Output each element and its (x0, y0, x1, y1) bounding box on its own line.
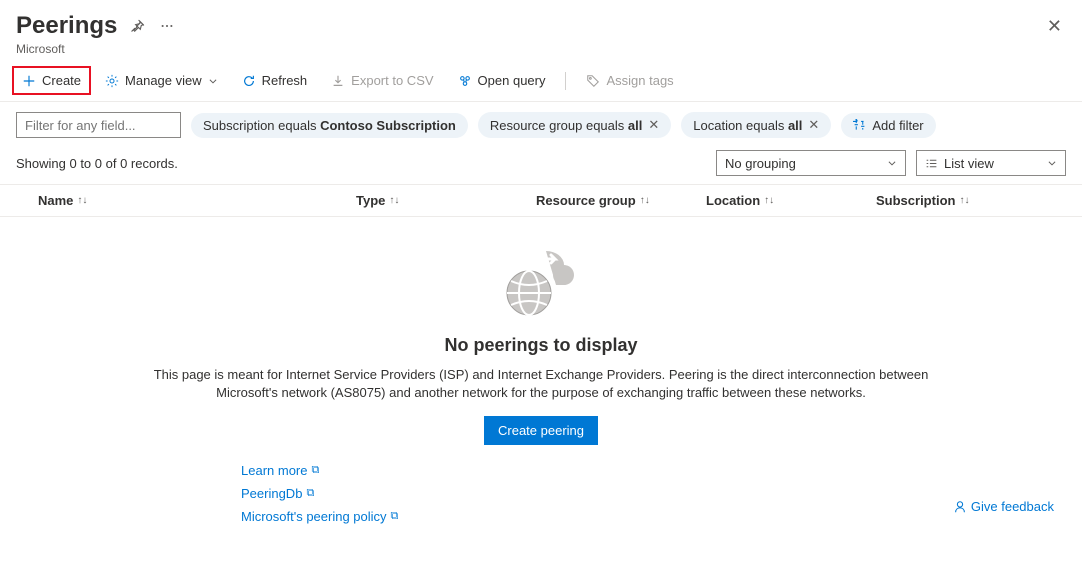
add-filter-label: Add filter (872, 118, 923, 133)
resource-group-filter-pill[interactable]: Resource group equals all ✕ (478, 112, 671, 138)
grouping-value: No grouping (725, 156, 796, 171)
query-icon (458, 74, 472, 88)
refresh-label: Refresh (262, 73, 308, 88)
refresh-button[interactable]: Refresh (232, 66, 318, 95)
chevron-down-icon (1047, 158, 1057, 168)
record-count: Showing 0 to 0 of 0 records. (16, 156, 178, 171)
location-filter-pill[interactable]: Location equals all ✕ (681, 112, 831, 138)
assign-tags-label: Assign tags (606, 73, 673, 88)
column-location[interactable]: Location↑↓ (706, 193, 876, 208)
external-link-icon: ⧉ (306, 487, 314, 500)
empty-state: No peerings to display This page is mean… (0, 217, 1082, 524)
toolbar: Create Manage view Refresh Export to CSV… (0, 60, 1082, 102)
sort-icon: ↑↓ (640, 195, 650, 206)
pill-value: all (628, 118, 642, 133)
toolbar-separator (565, 72, 566, 90)
sort-icon: ↑↓ (77, 195, 87, 206)
view-dropdown[interactable]: List view (916, 150, 1066, 176)
sort-icon: ↑↓ (764, 195, 774, 206)
column-type[interactable]: Type↑↓ (356, 193, 536, 208)
feedback-icon (953, 500, 967, 514)
external-link-icon: ⧉ (391, 510, 399, 523)
filter-input[interactable] (16, 112, 181, 138)
learn-more-link[interactable]: Learn more⧉ (241, 463, 398, 478)
sort-icon: ↑↓ (389, 195, 399, 206)
list-icon (925, 157, 938, 170)
create-peering-button[interactable]: Create peering (484, 416, 598, 445)
create-button[interactable]: Create (12, 66, 91, 95)
pin-icon[interactable] (127, 16, 147, 36)
refresh-icon (242, 74, 256, 88)
pill-prefix: Resource group equals (490, 118, 628, 133)
assign-tags-button: Assign tags (576, 66, 683, 95)
peering-policy-link[interactable]: Microsoft's peering policy⧉ (241, 509, 398, 524)
column-name[interactable]: Name↑↓ (16, 193, 356, 208)
grouping-dropdown[interactable]: No grouping (716, 150, 906, 176)
sort-icon: ↑↓ (959, 195, 969, 206)
export-csv-label: Export to CSV (351, 73, 433, 88)
manage-view-button[interactable]: Manage view (95, 66, 228, 95)
chevron-down-icon (208, 76, 218, 86)
feedback-label: Give feedback (971, 499, 1054, 514)
peeringdb-link[interactable]: PeeringDb⧉ (241, 486, 398, 501)
plus-icon (22, 74, 36, 88)
column-resource-group[interactable]: Resource group↑↓ (536, 193, 706, 208)
open-query-button[interactable]: Open query (448, 66, 556, 95)
empty-graphic-icon (491, 241, 591, 321)
page-title: Peerings (16, 12, 117, 40)
open-query-label: Open query (478, 73, 546, 88)
close-icon[interactable]: ✕ (808, 117, 819, 133)
empty-title: No peerings to display (444, 335, 637, 356)
add-filter-button[interactable]: Add filter (841, 113, 935, 138)
gear-icon (105, 74, 119, 88)
pill-value: Contoso Subscription (320, 118, 456, 133)
create-label: Create (42, 73, 81, 88)
pill-value: all (788, 118, 802, 133)
pill-prefix: Location equals (693, 118, 788, 133)
pill-prefix: Subscription equals (203, 118, 320, 133)
status-row: Showing 0 to 0 of 0 records. No grouping… (0, 146, 1082, 184)
view-value: List view (944, 156, 994, 171)
subscription-filter-pill[interactable]: Subscription equals Contoso Subscription (191, 113, 468, 138)
download-icon (331, 74, 345, 88)
close-icon[interactable]: ✕ (648, 117, 659, 133)
manage-view-label: Manage view (125, 73, 202, 88)
external-link-icon: ⧉ (311, 464, 319, 477)
add-filter-icon (853, 119, 866, 132)
give-feedback-link[interactable]: Give feedback (953, 499, 1054, 514)
chevron-down-icon (887, 158, 897, 168)
more-icon[interactable] (157, 16, 177, 36)
column-subscription[interactable]: Subscription↑↓ (876, 193, 1066, 208)
page-header: Peerings Microsoft ✕ (0, 0, 1082, 60)
tag-icon (586, 74, 600, 88)
page-subtitle: Microsoft (16, 42, 177, 56)
table-header: Name↑↓ Type↑↓ Resource group↑↓ Location↑… (0, 184, 1082, 217)
close-icon[interactable]: ✕ (1043, 12, 1066, 41)
empty-description: This page is meant for Internet Service … (131, 366, 951, 402)
export-csv-button: Export to CSV (321, 66, 443, 95)
filter-row: Subscription equals Contoso Subscription… (0, 102, 1082, 146)
